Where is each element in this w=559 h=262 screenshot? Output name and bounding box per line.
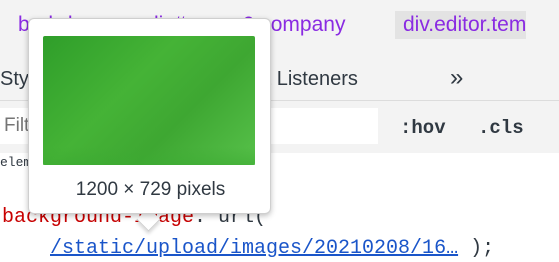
- cls-toggle[interactable]: .cls: [478, 117, 524, 139]
- url-value-line: /static/upload/images/20210208/16… );: [50, 237, 494, 260]
- image-preview: [43, 36, 255, 165]
- more-tabs-icon[interactable]: »: [450, 64, 463, 92]
- breadcrumb-editor[interactable]: div.editor.tem: [395, 11, 527, 39]
- hov-toggle[interactable]: :hov: [400, 117, 446, 139]
- image-url-link[interactable]: /static/upload/images/20210208/16…: [50, 237, 458, 260]
- url-close: );: [458, 237, 495, 260]
- image-dimensions: 1200 × 729 pixels: [75, 179, 226, 200]
- image-preview-tooltip: 1200 × 729 pixels: [28, 18, 271, 214]
